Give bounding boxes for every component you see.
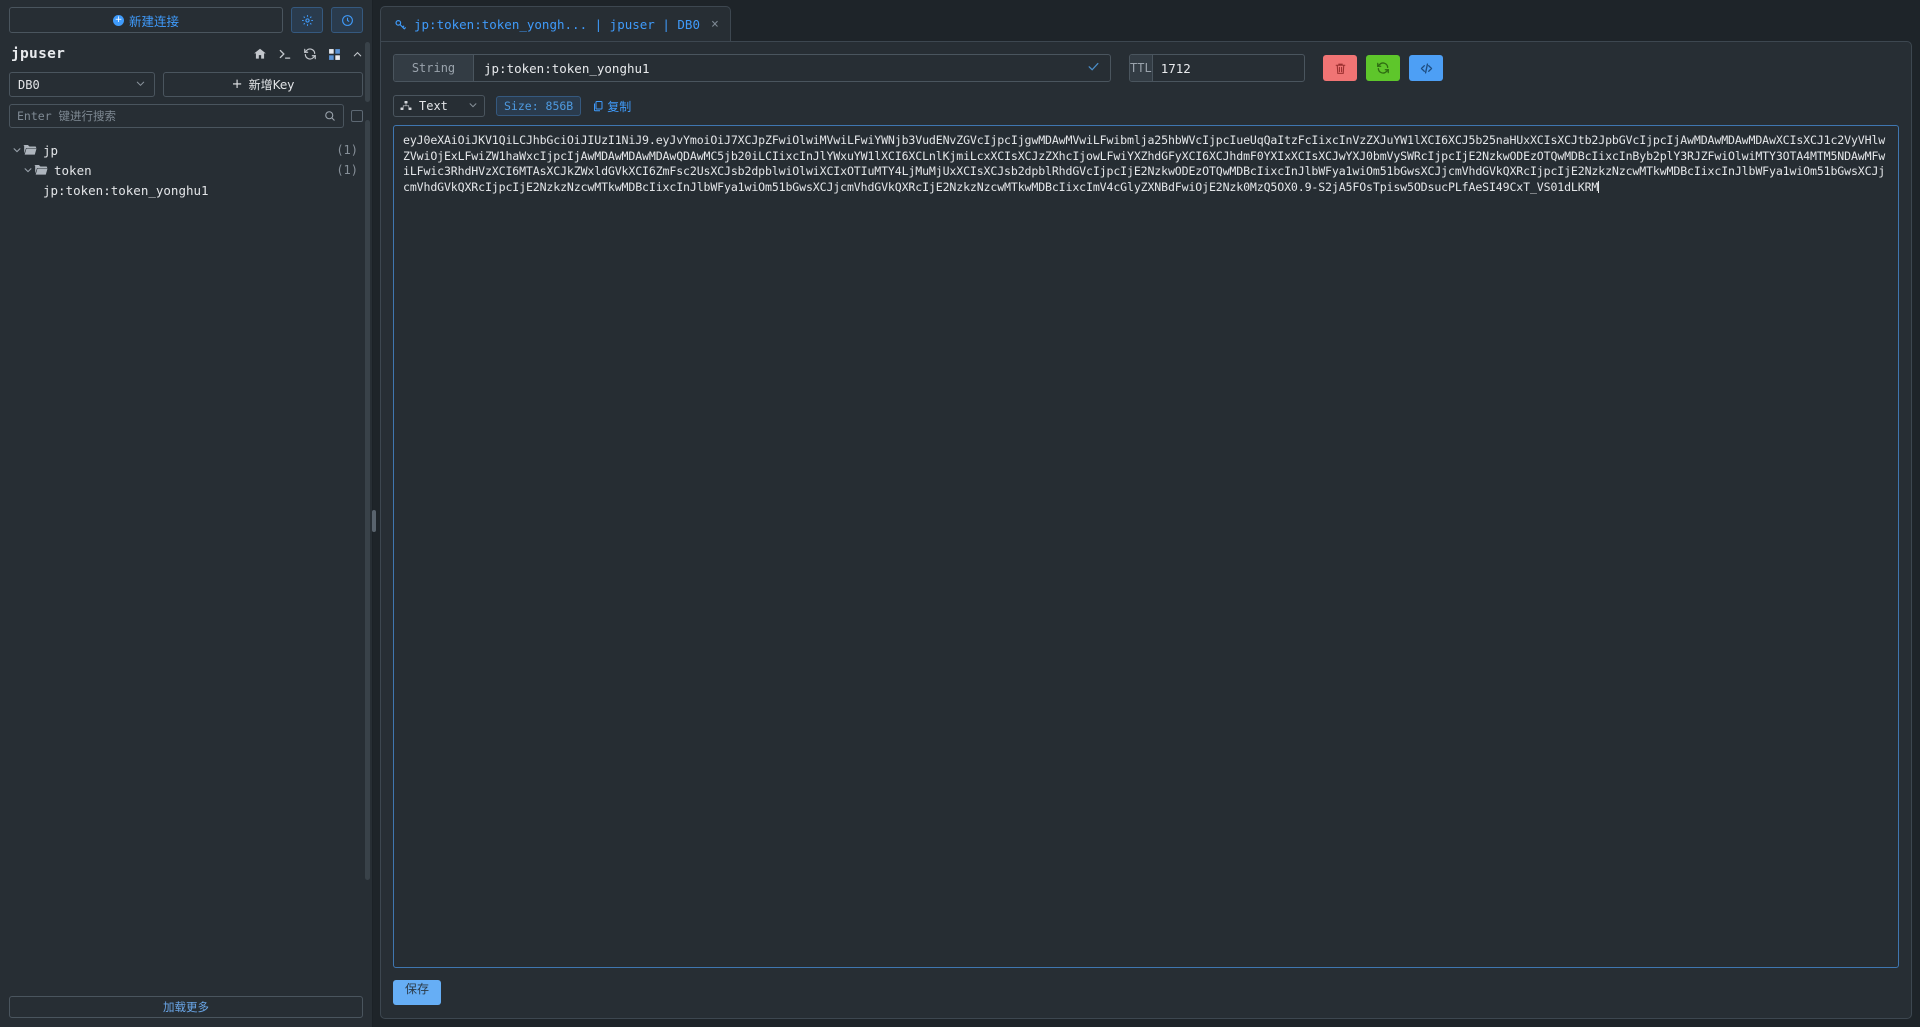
delete-key-button[interactable] [1323,55,1357,81]
copy-label: 复制 [607,99,632,114]
chevron-down-icon[interactable] [21,165,34,175]
tab-label: jp:token:token_yongh... | jpuser | DB0 [414,16,700,32]
tab-key-detail[interactable]: jp:token:token_yongh... | jpuser | DB0 × [380,6,731,41]
save-row: 保存 [381,968,1911,1018]
folder-icon [23,144,37,156]
tree-item-label: jp [43,142,59,158]
connection-header: jpuser [0,39,372,69]
chevron-down-icon[interactable] [10,145,23,155]
ttl-field[interactable] [1153,55,1304,81]
connection-title: jpuser [11,46,66,62]
chevron-down-icon [135,78,146,92]
copy-icon [592,100,604,112]
tree-item-label: token [54,162,92,178]
code-icon [1419,61,1434,76]
key-icon [394,18,407,31]
tree-item-count: (1) [336,163,358,177]
refresh-key-button[interactable] [1366,55,1400,81]
db-select-value: DB0 [18,77,40,92]
code-view-button[interactable] [1409,55,1443,81]
main-area: jp:token:token_yongh... | jpuser | DB0 ×… [373,0,1920,1027]
add-key-button[interactable]: + 新增Key [163,72,363,97]
ttl-input[interactable] [1160,60,1304,76]
connection-toolbar [253,47,363,61]
db-select[interactable]: DB0 [9,72,155,97]
panel-resize-handle[interactable] [372,510,376,532]
search-input[interactable] [17,109,324,123]
ttl-group: TTL [1129,54,1305,82]
chevron-up-icon[interactable] [352,49,363,60]
key-name-field[interactable] [474,55,1110,81]
sidebar-top-bar: + 新建连接 [0,0,372,39]
settings-button[interactable] [291,7,323,33]
key-name-group: String [393,54,1111,82]
value-text-content: eyJ0eXAiOiJKV1QiLCJhbGciOiJIUzI1NiJ9.eyJ… [403,133,1886,194]
folder-icon [34,164,48,176]
value-editor[interactable]: eyJ0eXAiOiJKV1QiLCJhbGciOiJIUzI1NiJ9.eyJ… [393,125,1899,968]
refresh-icon[interactable] [303,47,317,61]
grid-icon[interactable] [328,48,341,61]
key-detail-panel: String TTL [380,41,1912,1019]
load-more-button[interactable]: 加载更多 [9,996,363,1018]
save-button[interactable]: 保存 [393,980,442,1005]
key-tree: jp (1) token (1) jp:token:token_yonghu1 [0,134,372,989]
trash-icon [1334,62,1347,75]
search-exact-checkbox[interactable] [351,110,363,122]
plus-icon: + [112,14,124,26]
sidebar-scrollbar-top[interactable] [365,42,370,102]
app-root: + 新建连接 jpuser DB0 + 新增Key Enter 键进行搜索 jp… [0,0,1920,1027]
chart-icon [400,100,412,112]
key-name-input[interactable] [484,60,1087,76]
search-box[interactable] [9,104,344,128]
chevron-down-icon [468,100,478,113]
history-button[interactable] [331,7,363,33]
key-type-label: String [394,55,474,81]
format-row: Text Size: 856B 复制 [381,82,1911,125]
tree-folder-item[interactable]: token (1) [0,160,372,180]
close-icon[interactable]: × [711,17,719,32]
new-connection-button[interactable]: + 新建连接 [9,7,283,33]
gear-icon [301,14,314,27]
format-select[interactable]: Text [393,95,485,117]
tree-key-item[interactable]: jp:token:token_yonghu1 [0,180,372,200]
copy-button[interactable]: 复制 [592,98,631,115]
new-connection-label: 新建连接 [128,13,179,29]
search-icon[interactable] [324,110,336,122]
format-select-value: Text [419,99,448,113]
clock-icon [341,14,354,27]
tab-bar: jp:token:token_yongh... | jpuser | DB0 × [373,0,1920,41]
home-icon[interactable] [253,47,267,61]
key-action-buttons [1323,55,1443,81]
text-caret [1598,180,1600,193]
tree-item-count: (1) [336,143,358,157]
terminal-icon[interactable] [278,47,292,61]
tree-item-label: jp:token:token_yonghu1 [43,182,209,198]
sidebar: + 新建连接 jpuser DB0 + 新增Key Enter 键进行搜索 jp… [0,0,376,1027]
add-key-label: 新增Key [248,78,295,92]
ttl-label: TTL [1130,55,1153,81]
size-badge: Size: 856B [496,96,582,116]
tree-folder-item[interactable]: jp (1) [0,140,372,160]
key-header-row: String TTL [381,42,1911,82]
plus-icon: + [231,77,243,92]
value-text[interactable]: eyJ0eXAiOiJKV1QiLCJhbGciOiJIUzI1NiJ9.eyJ… [403,133,1889,195]
refresh-icon [1376,61,1390,75]
check-icon[interactable] [1087,60,1100,77]
sidebar-scrollbar[interactable] [365,120,370,880]
sidebar-footer: 加载更多 [0,989,372,1027]
db-row: DB0 + 新增Key [0,69,372,102]
search-row [0,102,372,134]
